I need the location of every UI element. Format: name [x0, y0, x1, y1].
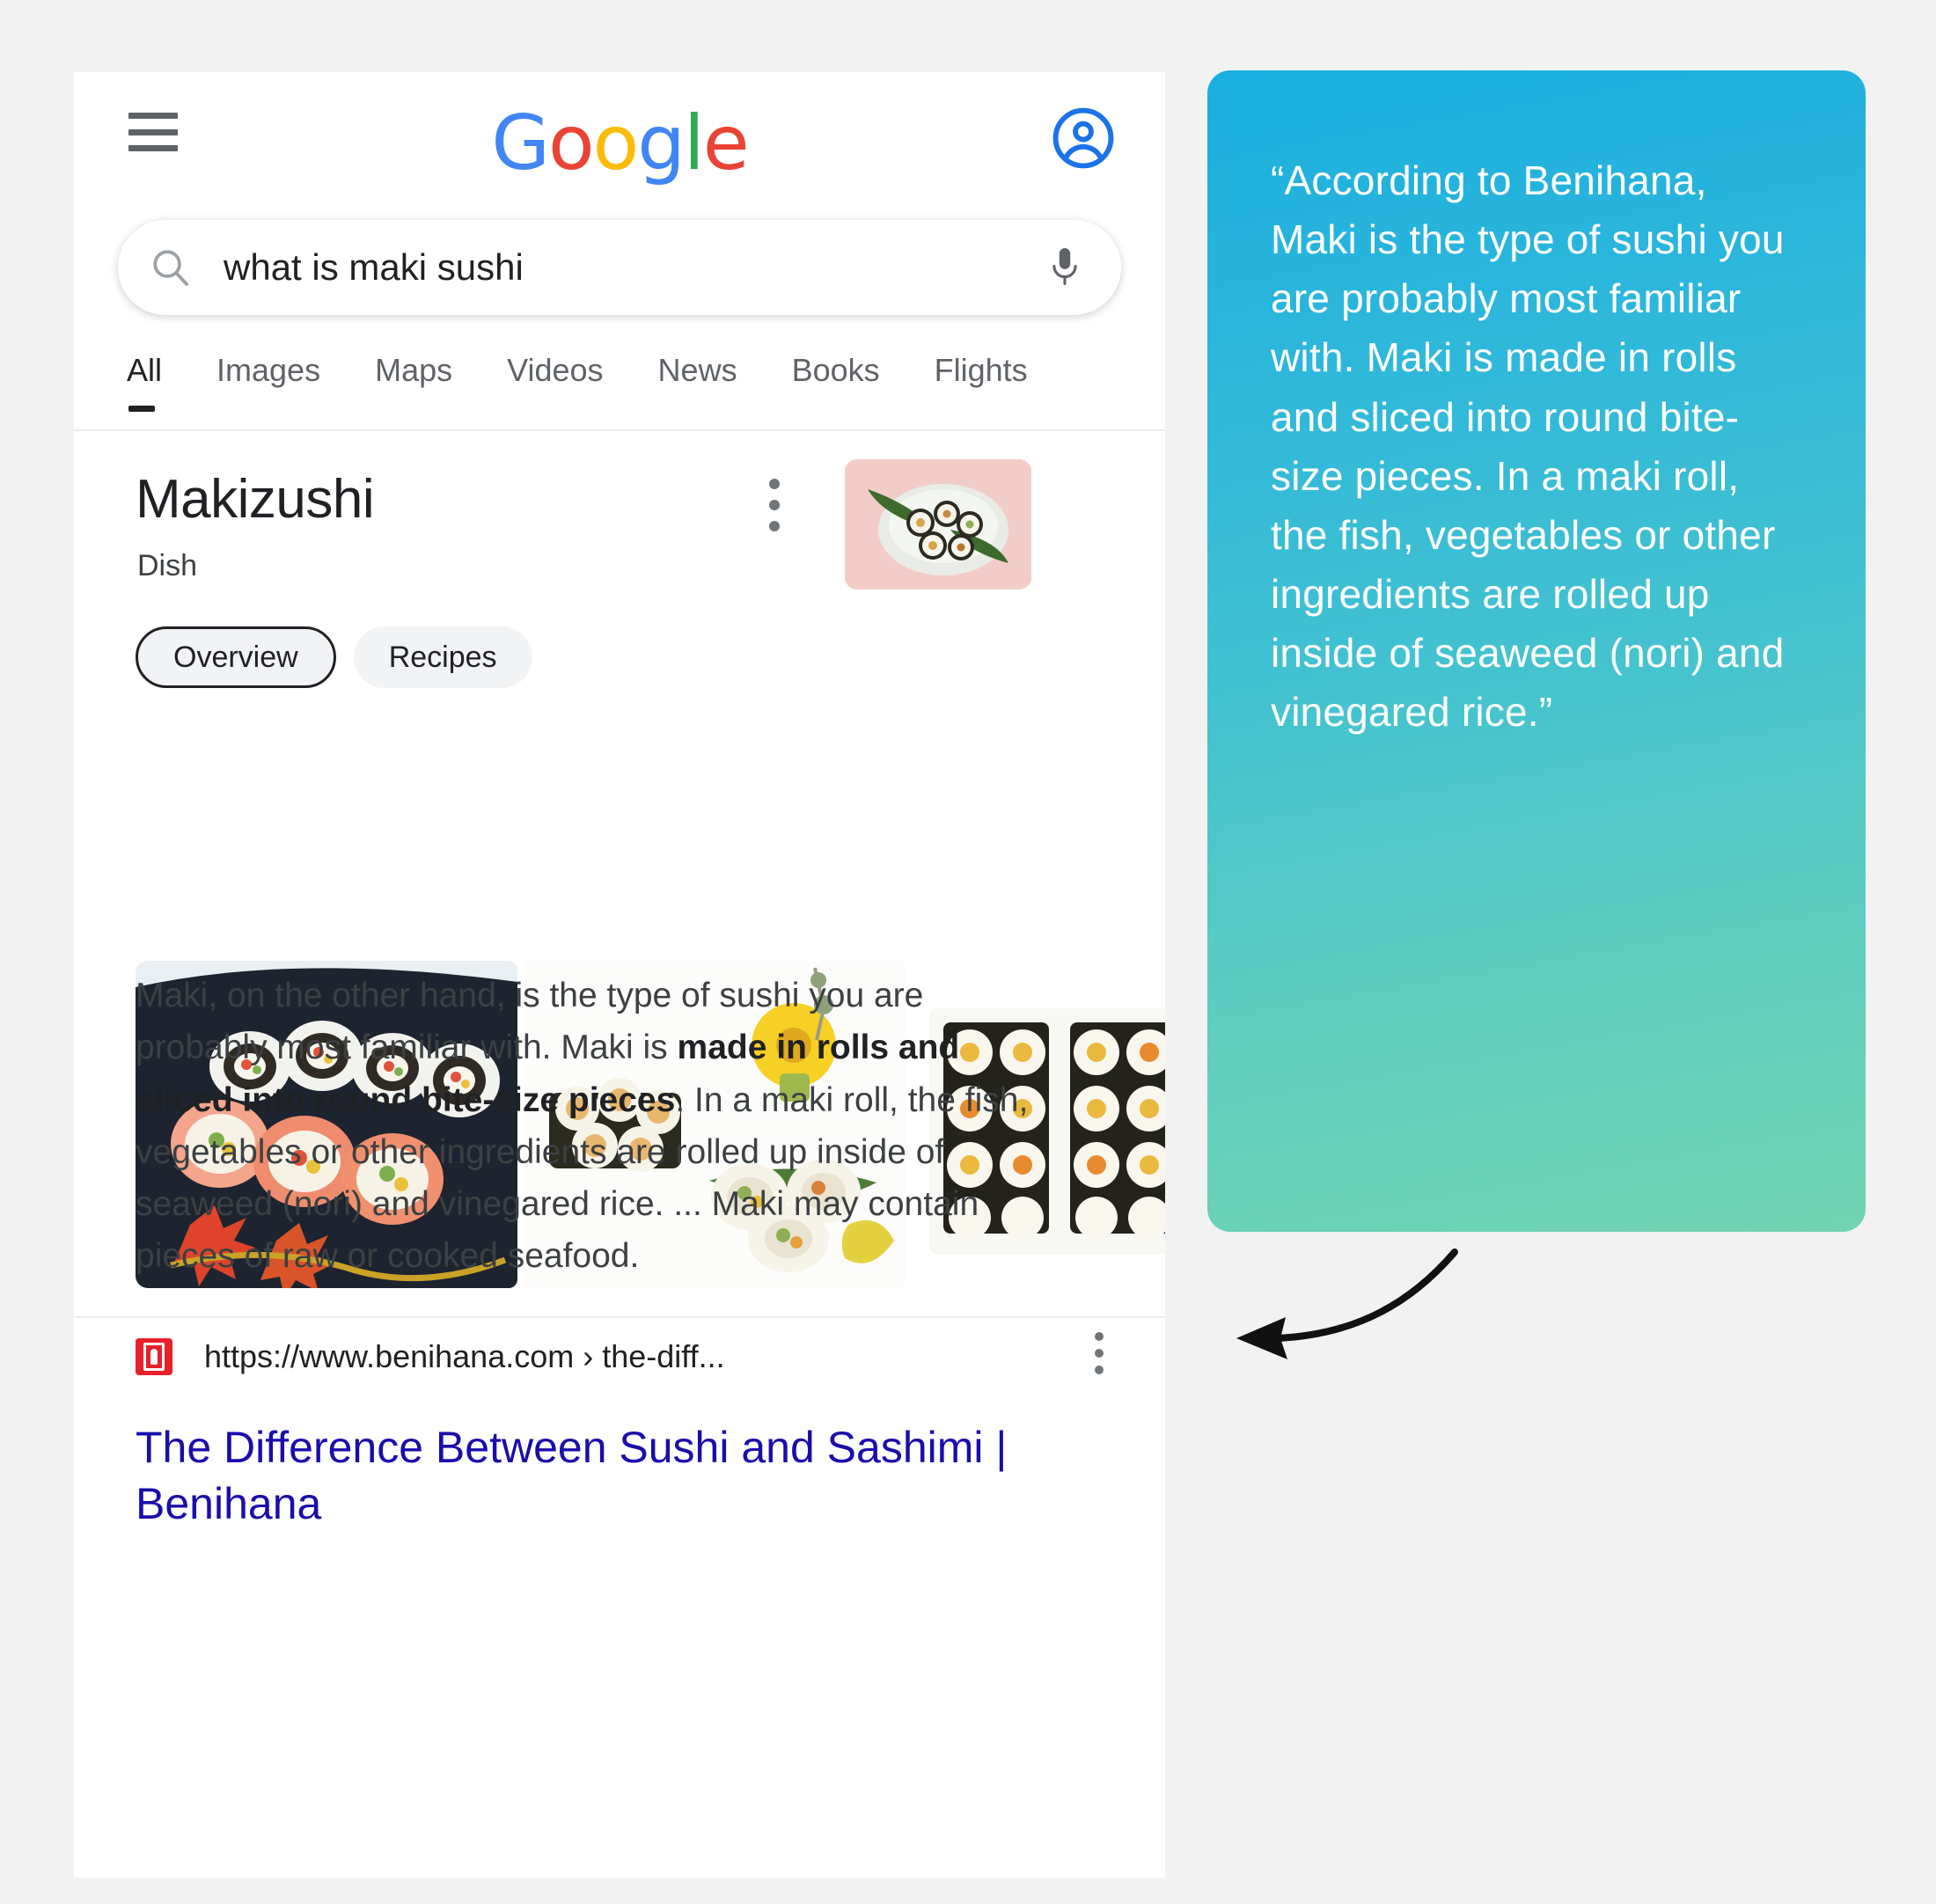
tab-images[interactable]: Images: [216, 347, 320, 389]
result-title-link[interactable]: The Difference Between Sushi and Sashimi…: [136, 1419, 1104, 1532]
tab-flights[interactable]: Flights: [935, 347, 1028, 389]
page-header: Google: [74, 72, 1165, 204]
search-result: Maki, on the other hand, is the type of …: [74, 970, 1165, 1532]
logo-letter-g: g: [637, 99, 686, 187]
more-vert-icon[interactable]: [769, 479, 780, 542]
result-url-row: https://www.benihana.com › the-diff...: [136, 1331, 1104, 1382]
search-tabs: All Images Maps Videos News Books Flight…: [74, 347, 1165, 431]
search-input[interactable]: what is maki sushi: [224, 249, 1045, 286]
tab-books[interactable]: Books: [792, 347, 880, 389]
tab-all[interactable]: All: [127, 347, 162, 412]
google-logo[interactable]: Google: [74, 106, 1165, 181]
dot: [769, 479, 780, 489]
dot: [1095, 1348, 1104, 1358]
search-bar[interactable]: what is maki sushi: [118, 220, 1121, 315]
search-icon: [148, 245, 194, 290]
knowledge-panel-chips: Overview Recipes: [136, 626, 550, 688]
chip-overview[interactable]: Overview: [136, 626, 336, 688]
tab-videos[interactable]: Videos: [507, 347, 603, 389]
microphone-icon[interactable]: [1045, 243, 1084, 292]
page-title: Makizushi: [136, 469, 375, 530]
knowledge-panel-subtitle: Dish: [137, 549, 198, 582]
screenshot-stage: Google what is maki sushi All Images Map…: [0, 0, 1936, 1904]
search-bar-container: what is maki sushi: [118, 220, 1121, 315]
tab-maps[interactable]: Maps: [375, 347, 452, 389]
more-vert-icon[interactable]: [1095, 1331, 1104, 1382]
logo-letter-e: e: [702, 99, 750, 187]
curved-arrow-left-icon: [1104, 1227, 1483, 1430]
benihana-favicon-icon: [136, 1338, 172, 1376]
result-url[interactable]: https://www.benihana.com › the-diff...: [204, 1338, 725, 1375]
callout-quote-text: “According to Benihana, Maki is the type…: [1271, 157, 1785, 736]
quote-callout-card: “According to Benihana, Maki is the type…: [1207, 70, 1866, 1232]
dot: [1095, 1331, 1104, 1341]
logo-letter-o1: o: [547, 99, 595, 187]
google-search-page: Google what is maki sushi All Images Map…: [74, 72, 1165, 1878]
account-circle-icon[interactable]: [1051, 106, 1116, 171]
tab-news[interactable]: News: [658, 347, 737, 389]
dot: [769, 500, 780, 510]
result-snippet: Maki, on the other hand, is the type of …: [136, 970, 1061, 1283]
chip-recipes[interactable]: Recipes: [353, 626, 532, 688]
knowledge-panel-thumbnail[interactable]: [845, 459, 1031, 590]
dot: [769, 521, 780, 531]
logo-letter-o2: o: [592, 99, 640, 187]
logo-letter-l: l: [683, 99, 705, 187]
logo-letter-G: G: [491, 99, 550, 187]
dot: [1095, 1365, 1104, 1374]
favicon-glyph: [143, 1343, 165, 1372]
